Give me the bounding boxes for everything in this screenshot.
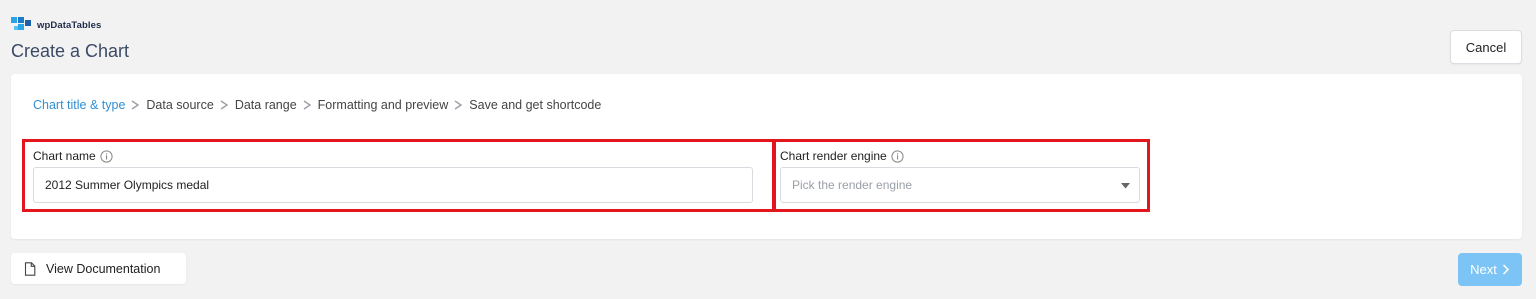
chevron-right-icon (303, 100, 312, 110)
render-engine-label: Chart render engine (780, 149, 904, 163)
render-engine-select[interactable]: Pick the render engine (780, 167, 1140, 203)
info-icon (891, 149, 904, 163)
step-chart-title-type[interactable]: Chart title & type (33, 98, 125, 112)
create-chart-page: wpDataTables Create a Chart Cancel Chart… (0, 0, 1536, 299)
breadcrumb: Chart title & type Data source Data rang… (33, 98, 601, 112)
chevron-right-icon (454, 100, 463, 110)
brand-name: wpDataTables (37, 19, 102, 31)
step-save-shortcode[interactable]: Save and get shortcode (469, 98, 601, 112)
next-button-label: Next (1470, 262, 1497, 277)
chart-name-label: Chart name (33, 149, 113, 163)
caret-down-icon (1121, 183, 1130, 189)
chart-name-input[interactable] (33, 167, 753, 203)
render-engine-label-text: Chart render engine (780, 149, 887, 163)
chevron-right-icon (220, 100, 229, 110)
view-documentation-label: View Documentation (46, 261, 161, 276)
brand: wpDataTables (11, 16, 101, 34)
wizard-card: Chart title & type Data source Data rang… (11, 74, 1522, 239)
cancel-button[interactable]: Cancel (1450, 30, 1522, 64)
step-data-source[interactable]: Data source (146, 98, 213, 112)
view-documentation-button[interactable]: View Documentation (11, 253, 186, 284)
chevron-right-icon (131, 100, 140, 110)
next-button[interactable]: Next (1458, 253, 1522, 286)
page-title: Create a Chart (11, 41, 130, 61)
chevron-right-icon (1502, 264, 1509, 275)
document-icon (24, 261, 36, 276)
wpdatatables-logo-icon (11, 17, 31, 30)
info-icon (100, 149, 113, 163)
chart-name-label-text: Chart name (33, 149, 96, 163)
step-formatting-preview[interactable]: Formatting and preview (318, 98, 449, 112)
render-engine-placeholder: Pick the render engine (792, 178, 913, 192)
step-data-range[interactable]: Data range (235, 98, 297, 112)
